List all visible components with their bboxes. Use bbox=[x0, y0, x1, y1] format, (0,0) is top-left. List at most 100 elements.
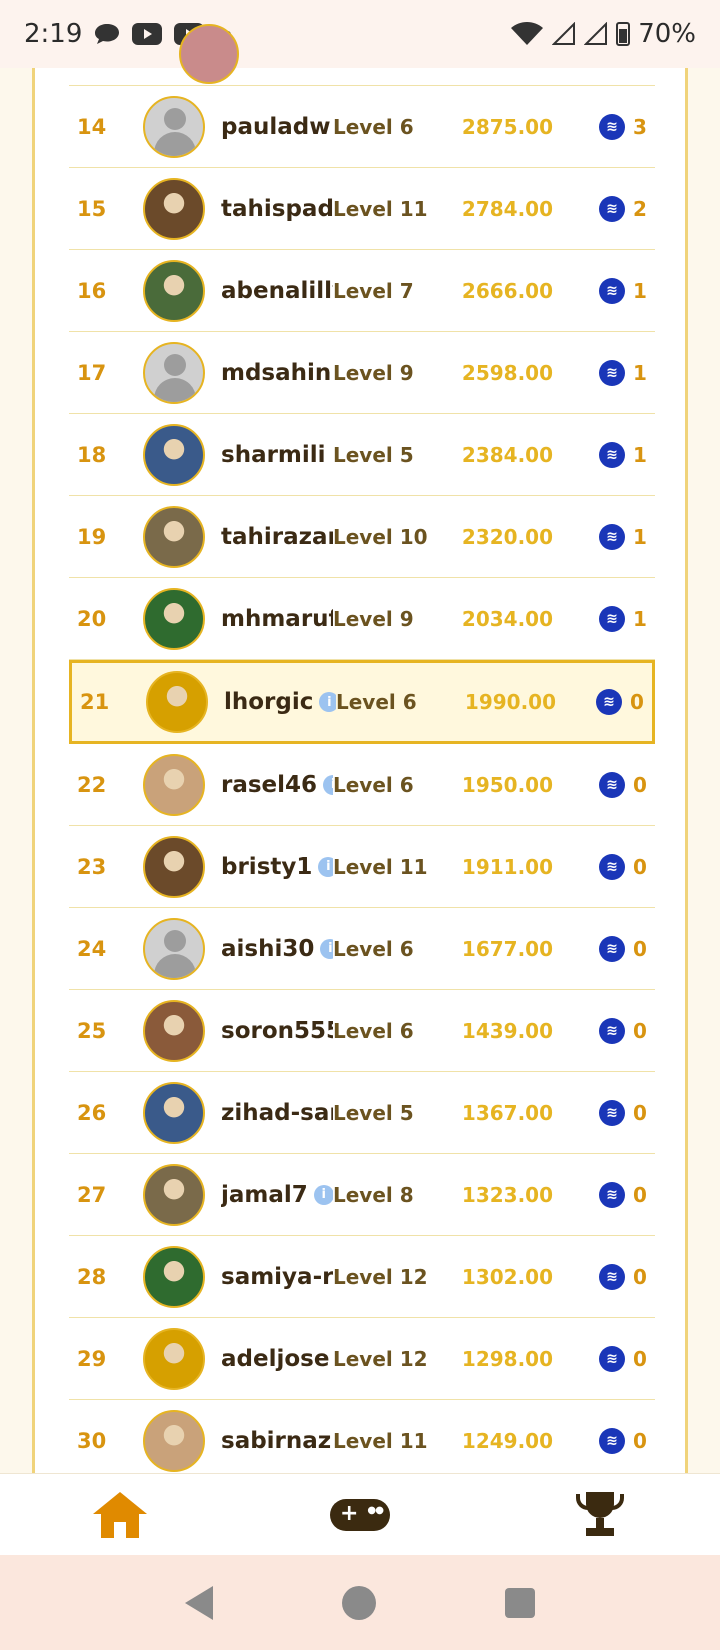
username[interactable]: bristy1 i bbox=[221, 854, 333, 880]
leaderboard-row[interactable]: 19 tahirazar Level 10 2320.00 ≋ 1 bbox=[69, 496, 655, 578]
status-time: 2:19 bbox=[24, 19, 83, 49]
avatar[interactable] bbox=[143, 917, 205, 980]
reward-value: 0 bbox=[633, 854, 647, 879]
reward-value: 1 bbox=[633, 524, 647, 549]
user-level: Level 6 bbox=[333, 114, 414, 139]
nav-games-button[interactable] bbox=[320, 1485, 400, 1545]
rank-number: 27 bbox=[77, 1182, 107, 1207]
recent-apps-icon[interactable] bbox=[505, 1587, 536, 1618]
avatar[interactable] bbox=[143, 1245, 205, 1308]
username-text: aishi30 bbox=[221, 935, 315, 962]
back-icon[interactable] bbox=[184, 1585, 213, 1620]
username[interactable]: jamal7 i bbox=[221, 1182, 333, 1208]
reward: ≋ 0 bbox=[553, 853, 655, 880]
username[interactable]: sharmili bbox=[221, 442, 333, 468]
username-text: abenalilly bbox=[221, 277, 333, 304]
steem-coin-icon: ≋ bbox=[599, 1263, 625, 1290]
user-level: Level 7 bbox=[333, 278, 414, 303]
username-text: samiya-ri bbox=[221, 1263, 333, 1290]
avatar[interactable] bbox=[143, 1327, 205, 1390]
leaderboard-row[interactable]: 14 pauladw Level 6 2875.00 ≋ 3 bbox=[69, 86, 655, 168]
leaderboard-row[interactable]: 25 soron555 Level 6 1439.00 ≋ 0 bbox=[69, 990, 655, 1072]
username[interactable]: mdsahin1 bbox=[221, 360, 333, 386]
username[interactable]: aishi30 i bbox=[221, 936, 333, 962]
username[interactable]: pauladw bbox=[221, 114, 333, 140]
avatar[interactable] bbox=[143, 95, 205, 158]
user-score: 1990.00 bbox=[464, 690, 556, 714]
username[interactable]: mhmaruf bbox=[221, 606, 333, 632]
reward: ≋ 1 bbox=[553, 605, 655, 632]
avatar[interactable] bbox=[143, 423, 205, 486]
avatar[interactable] bbox=[143, 753, 205, 816]
leaderboard-row[interactable]: 21 lhorgic i Level 6 1990.00 ≋ 0 bbox=[69, 660, 655, 744]
reward: ≋ 0 bbox=[553, 1099, 655, 1126]
nav-leaderboard-button[interactable] bbox=[560, 1485, 640, 1545]
avatar[interactable] bbox=[143, 177, 205, 240]
avatar[interactable] bbox=[143, 505, 205, 568]
user-level: Level 11 bbox=[333, 196, 428, 221]
status-bar: 2:19 70% bbox=[0, 0, 720, 68]
info-icon[interactable]: i bbox=[318, 856, 333, 877]
nav-home-button[interactable] bbox=[80, 1485, 160, 1545]
avatar[interactable] bbox=[143, 1409, 205, 1472]
username[interactable]: soron555 bbox=[221, 1018, 333, 1044]
user-score: 1302.00 bbox=[461, 1264, 553, 1289]
username[interactable]: sabirnaz bbox=[221, 1428, 333, 1454]
leaderboard-row[interactable]: 30 sabirnaz Level 11 1249.00 ≋ 0 bbox=[69, 1400, 655, 1482]
avatar[interactable] bbox=[143, 1163, 205, 1226]
leaderboard-row[interactable]: 20 mhmaruf Level 9 2034.00 ≋ 1 bbox=[69, 578, 655, 660]
info-icon[interactable]: i bbox=[323, 774, 333, 795]
leaderboard-row[interactable]: 26 zihad-sar Level 5 1367.00 ≋ 0 bbox=[69, 1072, 655, 1154]
username-text: zihad-sar bbox=[221, 1099, 333, 1126]
username[interactable]: rasel46i bbox=[221, 772, 333, 798]
reward: ≋ 1 bbox=[553, 359, 655, 386]
leaderboard-row[interactable]: 22rasel46iLevel 61950.00≋0 bbox=[69, 744, 655, 826]
rank-number: 14 bbox=[77, 114, 107, 139]
wifi-icon bbox=[510, 21, 544, 47]
avatar[interactable] bbox=[143, 341, 205, 404]
user-score: 2784.00 bbox=[461, 196, 553, 221]
avatar[interactable] bbox=[146, 671, 208, 733]
reward: ≋ 0 bbox=[553, 935, 655, 962]
leaderboard-row[interactable]: 28 samiya-ri Level 12 1302.00 ≋ 0 bbox=[69, 1236, 655, 1318]
avatar[interactable] bbox=[143, 999, 205, 1062]
steem-coin-icon: ≋ bbox=[599, 1345, 625, 1372]
reward: ≋ 0 bbox=[553, 1181, 655, 1208]
steem-coin-icon: ≋ bbox=[599, 935, 625, 962]
username[interactable]: abenalilly bbox=[221, 278, 333, 304]
leaderboard-row[interactable]: 24 aishi30 i Level 6 1677.00 ≋ 0 bbox=[69, 908, 655, 990]
username[interactable]: zihad-sar bbox=[221, 1100, 333, 1126]
username-text: rasel46 bbox=[221, 771, 318, 798]
avatar[interactable] bbox=[143, 259, 205, 322]
leaderboard-row[interactable]: 23 bristy1 i Level 11 1911.00 ≋ 0 bbox=[69, 826, 655, 908]
reward: ≋ 0 bbox=[553, 1263, 655, 1290]
reward-value: 1 bbox=[633, 442, 647, 467]
info-icon[interactable]: i bbox=[319, 692, 336, 712]
leaderboard-row[interactable]: 17mdsahin1Level 92598.00≋1 bbox=[69, 332, 655, 414]
reward-value: 0 bbox=[633, 772, 647, 797]
leaderboard-row[interactable]: 29 adeljose Level 12 1298.00 ≋ 0 bbox=[69, 1318, 655, 1400]
username[interactable]: tahispadr bbox=[221, 196, 333, 222]
leaderboard-row[interactable]: 18 sharmili Level 5 2384.00 ≋ 1 bbox=[69, 414, 655, 496]
username[interactable]: samiya-ri bbox=[221, 1264, 333, 1290]
user-score: 1367.00 bbox=[461, 1100, 553, 1125]
info-icon[interactable]: i bbox=[313, 1184, 333, 1205]
user-level: Level 9 bbox=[333, 606, 414, 631]
avatar[interactable] bbox=[143, 835, 205, 898]
leaderboard-row[interactable]: 16abenalillyLevel 72666.00≋1 bbox=[69, 250, 655, 332]
steem-coin-icon: ≋ bbox=[599, 1181, 625, 1208]
user-level: Level 5 bbox=[333, 1100, 414, 1125]
avatar[interactable] bbox=[143, 587, 205, 650]
home-circle-icon[interactable] bbox=[341, 1585, 376, 1620]
reward: ≋ 3 bbox=[553, 113, 655, 140]
reward-value: 0 bbox=[633, 1100, 647, 1125]
username[interactable]: lhorgic i bbox=[224, 689, 336, 715]
info-icon[interactable]: i bbox=[320, 938, 333, 959]
username[interactable]: adeljose bbox=[221, 1346, 333, 1372]
leaderboard-row[interactable]: 27 jamal7 i Level 8 1323.00 ≋ 0 bbox=[69, 1154, 655, 1236]
user-score: 1298.00 bbox=[461, 1346, 553, 1371]
avatar[interactable] bbox=[143, 1081, 205, 1144]
user-level: Level 12 bbox=[333, 1264, 428, 1289]
leaderboard-row[interactable]: 15 tahispadr Level 11 2784.00 ≋ 2 bbox=[69, 168, 655, 250]
username[interactable]: tahirazar bbox=[221, 524, 333, 550]
